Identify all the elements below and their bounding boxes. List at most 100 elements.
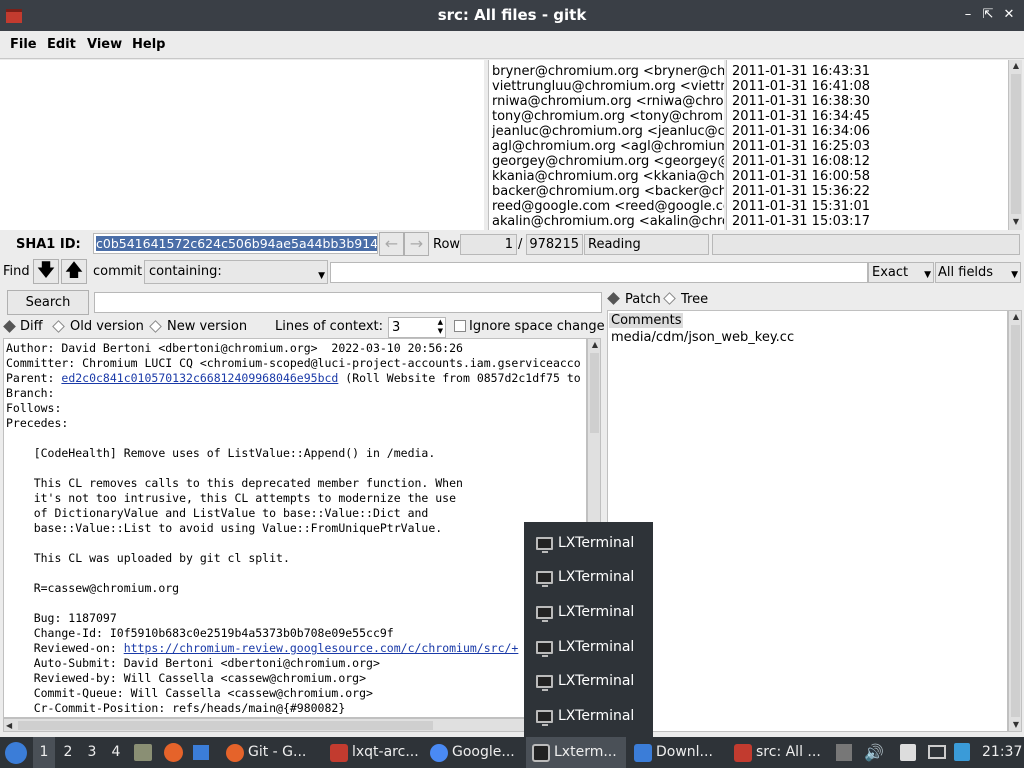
new-version-radio[interactable] xyxy=(149,320,162,333)
author-row[interactable]: akalin@chromium.org <akalin@chrom xyxy=(492,214,724,229)
close-icon[interactable]: ✕ xyxy=(1001,6,1017,24)
popup-item-lxterminal[interactable]: LXTerminal xyxy=(524,631,653,665)
scroll-up-icon[interactable]: ▲ xyxy=(590,341,600,349)
sha1-entry[interactable]: c0b541641572c624c506b94ae5a44bb3b9144e16 xyxy=(93,233,378,254)
date-row[interactable]: 2011-01-31 16:00:58 xyxy=(732,169,870,184)
context-spinbox[interactable]: 3 ▲ ▼ xyxy=(388,317,446,338)
commit-graph-pane[interactable] xyxy=(0,60,484,230)
author-row[interactable]: agl@chromium.org <agl@chromium.c xyxy=(492,139,724,154)
find-up-icon[interactable]: 🡅 xyxy=(61,259,87,284)
menu-help[interactable]: Help xyxy=(132,37,165,52)
spin-arrows-icon[interactable]: ▲ ▼ xyxy=(438,318,443,336)
patch-radio[interactable] xyxy=(607,292,620,305)
date-row[interactable]: 2011-01-31 16:41:08 xyxy=(732,79,870,94)
date-row[interactable]: 2011-01-31 16:38:30 xyxy=(732,94,870,109)
scroll-thumb[interactable] xyxy=(18,721,433,730)
date-row[interactable]: 2011-01-31 16:34:45 xyxy=(732,109,870,124)
desktop-2[interactable]: 2 xyxy=(58,744,78,760)
search-button[interactable]: Search xyxy=(7,290,89,315)
maximize-icon[interactable]: ⇱ xyxy=(980,6,996,24)
file-list-pane[interactable]: Comments media/cdm/json_web_key.cc xyxy=(607,310,1008,732)
taskbar-item-git[interactable]: Git - G... xyxy=(222,737,322,768)
date-row[interactable]: 2011-01-31 15:03:17 xyxy=(732,214,870,229)
scroll-thumb[interactable] xyxy=(590,353,599,433)
old-version-radio[interactable] xyxy=(52,320,65,333)
fields-dropdown[interactable]: All fields ▼ xyxy=(935,262,1021,283)
diff-horizontal-scrollbar[interactable]: ◀ xyxy=(3,718,601,732)
search-input[interactable] xyxy=(94,292,602,313)
date-list-pane[interactable]: 2011-01-31 16:43:31 2011-01-31 16:41:08 … xyxy=(726,60,1008,230)
parent-hash-link[interactable]: ed2c0c841c010570132c66812409968046e95bcd xyxy=(61,371,338,385)
volume-icon[interactable]: 🔊 xyxy=(864,743,884,762)
file-list-item[interactable]: Comments xyxy=(609,313,684,328)
menu-edit[interactable]: Edit xyxy=(47,37,76,52)
menu-view[interactable]: View xyxy=(87,37,122,52)
scroll-down-icon[interactable]: ▼ xyxy=(1011,721,1021,729)
author-row[interactable]: backer@chromium.org <backer@chrc xyxy=(492,184,724,199)
find-down-icon[interactable]: 🡇 xyxy=(33,259,59,284)
network-icon[interactable] xyxy=(928,745,946,759)
date-row[interactable]: 2011-01-31 16:25:03 xyxy=(732,139,870,154)
date-row[interactable]: 2011-01-31 15:36:22 xyxy=(732,184,870,199)
date-row[interactable]: 2011-01-31 16:34:06 xyxy=(732,124,870,139)
tree-label[interactable]: Tree xyxy=(681,292,708,307)
date-row[interactable]: 2011-01-31 16:43:31 xyxy=(732,64,870,79)
clipboard-icon[interactable] xyxy=(836,744,852,761)
author-list-pane[interactable]: bryner@chromium.org <bryner@chrc viettru… xyxy=(488,60,724,230)
author-row[interactable]: viettrungluu@chromium.org <viettru xyxy=(492,79,724,94)
old-version-label[interactable]: Old version xyxy=(70,319,144,334)
author-row[interactable]: reed@google.com <reed@google.com xyxy=(492,199,724,214)
date-row[interactable]: 2011-01-31 15:31:01 xyxy=(732,199,870,214)
author-row[interactable]: tony@chromium.org <tony@chromiu xyxy=(492,109,724,124)
scroll-left-icon[interactable]: ◀ xyxy=(6,721,12,730)
scroll-up-icon[interactable]: ▲ xyxy=(1011,62,1021,70)
author-row[interactable]: rniwa@chromium.org <rniwa@chrom xyxy=(492,94,724,109)
updates-icon[interactable] xyxy=(954,743,970,761)
new-version-label[interactable]: New version xyxy=(167,319,247,334)
file-list-item[interactable]: media/cdm/json_web_key.cc xyxy=(611,330,794,345)
menu-file[interactable]: File xyxy=(10,37,37,52)
patch-label[interactable]: Patch xyxy=(625,292,661,307)
author-row[interactable]: georgey@chromium.org <georgey@c xyxy=(492,154,724,169)
scroll-thumb[interactable] xyxy=(1011,325,1020,717)
popup-item-lxterminal[interactable]: LXTerminal xyxy=(524,700,653,734)
ignore-space-checkbox[interactable] xyxy=(454,320,466,332)
popup-item-lxterminal[interactable]: LXTerminal xyxy=(524,561,653,595)
reviewed-on-link[interactable]: https://chromium-review.googlesource.com… xyxy=(124,641,519,655)
diff-radio[interactable] xyxy=(3,320,16,333)
scroll-thumb[interactable] xyxy=(1011,74,1021,214)
show-desktop-icon[interactable] xyxy=(193,745,209,760)
date-row[interactable]: 2011-01-31 16:08:12 xyxy=(732,154,870,169)
taskbar-item-gitk[interactable]: src: All ... xyxy=(730,737,828,768)
forward-arrow-icon[interactable]: → xyxy=(404,232,429,256)
file-manager-icon[interactable] xyxy=(134,744,152,761)
find-input[interactable] xyxy=(330,262,868,283)
start-menu-icon[interactable] xyxy=(5,742,27,764)
desktop-1[interactable]: 1 xyxy=(34,744,54,760)
author-row[interactable]: bryner@chromium.org <bryner@chrc xyxy=(492,64,724,79)
author-row[interactable]: kkania@chromium.org <kkania@chro xyxy=(492,169,724,184)
desktop-4[interactable]: 4 xyxy=(106,744,126,760)
taskbar-item-lxterminal[interactable]: Lxterm... xyxy=(526,737,626,768)
desktop-3[interactable]: 3 xyxy=(82,744,102,760)
popup-item-lxterminal[interactable]: LXTerminal xyxy=(524,665,653,699)
scroll-up-icon[interactable]: ▲ xyxy=(1011,313,1021,321)
match-dropdown[interactable]: Exact ▼ xyxy=(868,262,934,283)
back-arrow-icon[interactable]: ← xyxy=(379,232,404,256)
taskbar-item-lxqt[interactable]: lxqt-arc... xyxy=(326,737,424,768)
popup-item-lxterminal[interactable]: LXTerminal xyxy=(524,596,653,630)
notes-icon[interactable] xyxy=(900,744,916,761)
commit-list-scrollbar[interactable]: ▲ ▼ xyxy=(1008,60,1022,230)
tree-radio[interactable] xyxy=(663,292,676,305)
minimize-icon[interactable]: – xyxy=(960,6,976,24)
taskbar-item-downloads[interactable]: Downl... xyxy=(630,737,728,768)
diff-label[interactable]: Diff xyxy=(20,319,43,334)
diff-text-pane[interactable]: Author: David Bertoni <dbertoni@chromium… xyxy=(3,338,587,718)
file-list-scrollbar[interactable]: ▲ ▼ xyxy=(1008,310,1022,732)
popup-item-lxterminal[interactable]: LXTerminal xyxy=(524,527,653,561)
taskbar-item-google[interactable]: Google... xyxy=(426,737,524,768)
author-row[interactable]: jeanluc@chromium.org <jeanluc@chr xyxy=(492,124,724,139)
firefox-launcher-icon[interactable] xyxy=(164,743,183,762)
find-mode-dropdown[interactable]: containing: ▼ xyxy=(144,260,328,284)
scroll-down-icon[interactable]: ▼ xyxy=(1011,218,1021,226)
